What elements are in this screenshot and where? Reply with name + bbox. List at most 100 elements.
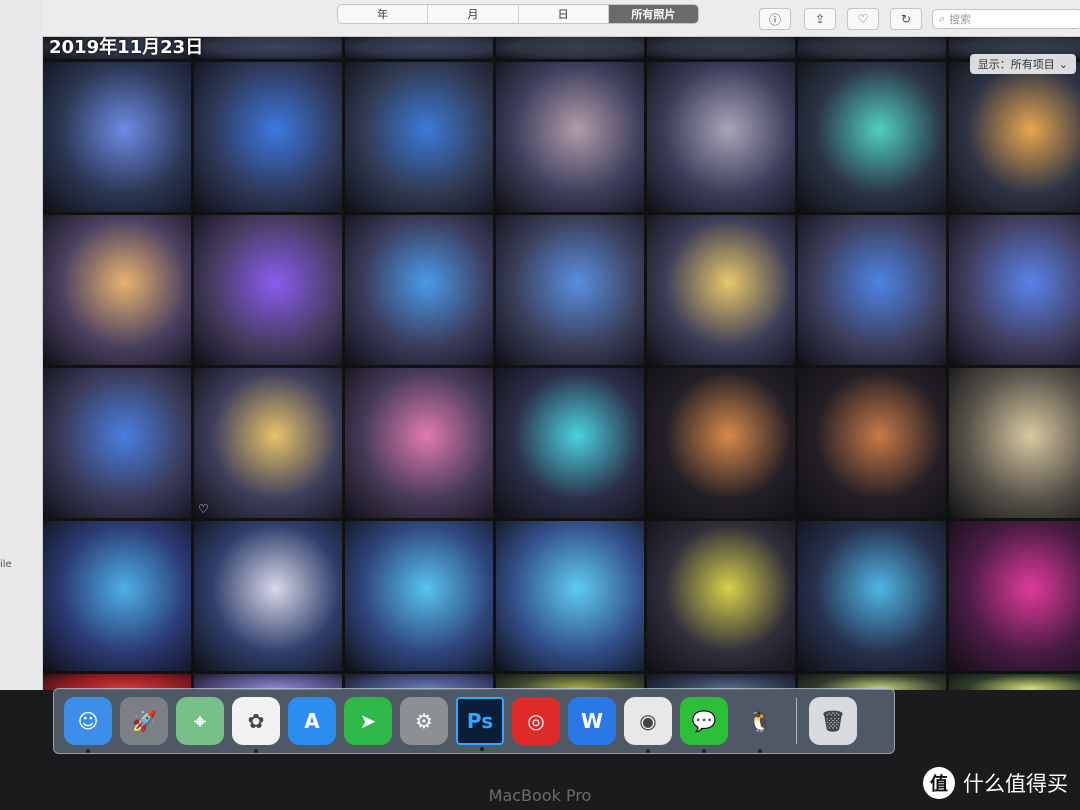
running-indicator [86,749,90,753]
favorite-button[interactable]: ♡ [847,8,879,30]
dock-glyph: 🐧 [747,709,773,733]
dock-separator [796,698,797,744]
trash-icon[interactable]: 🗑 [809,697,857,745]
dock-glyph: 🗑 [820,709,846,733]
tab-1[interactable]: 月 [428,5,519,23]
photo-thumbnail[interactable] [345,37,493,59]
photo-thumbnail[interactable] [798,215,946,365]
photo-thumbnail[interactable] [194,62,342,212]
photo-thumbnail[interactable] [43,215,191,365]
photo-thumbnail[interactable] [43,521,191,671]
photo-thumbnail[interactable] [647,37,795,59]
photo-thumbnail[interactable] [194,37,342,59]
running-indicator [646,749,650,753]
photo-thumbnail[interactable] [345,62,493,212]
dock-glyph: 🚀 [131,709,157,733]
photo-thumbnail[interactable] [949,62,1080,212]
dock-glyph: 💬 [691,709,717,733]
rotate-button[interactable]: ↻ [890,8,922,30]
tab-3[interactable]: 所有照片 [608,5,698,23]
device-brand-label: MacBook Pro [488,786,592,805]
photo-thumbnail[interactable] [647,62,795,212]
photo-thumbnail[interactable] [345,521,493,671]
heart-icon: ♡ [857,12,869,26]
running-indicator [758,749,762,753]
date-header: 2019年11月23日 [49,37,204,58]
photo-thumbnail[interactable] [798,368,946,518]
dock-glyph: W [580,709,604,733]
dock-glyph: ➤ [359,709,377,733]
view-segmented-control: 年月日所有照片 [337,4,699,24]
dock: ☺ 🚀 ⌖ ✿ A ➤ ⚙ Ps ◎ W ◉ 💬 🐧 🗑 [53,688,895,754]
chrome-icon[interactable]: ◉ [624,697,672,753]
app-store-icon[interactable]: A [288,697,336,745]
tab-2[interactable]: 日 [519,5,609,23]
show-filter-dropdown[interactable]: 显示：所有项目 ⌄ [969,54,1076,74]
photo-thumbnail[interactable] [43,368,191,518]
sidebar-item-label[interactable]: ile [0,559,12,570]
photos-icon[interactable]: ✿ [232,697,280,753]
photo-grid: ♡ [43,37,1080,690]
photo-grid-area: 2019年11月23日 显示：所有项目 ⌄ ♡ [43,37,1080,690]
qq-icon[interactable]: 🐧 [736,697,784,753]
system-preferences-icon[interactable]: ⚙ [400,697,448,745]
photo-thumbnail[interactable] [798,62,946,212]
launchpad-icon[interactable]: 🚀 [120,697,168,745]
running-indicator [702,749,706,753]
dock-glyph: A [304,709,320,733]
photo-thumbnail[interactable] [345,215,493,365]
photo-thumbnail[interactable] [194,215,342,365]
photo-thumbnail[interactable] [798,521,946,671]
running-indicator [480,747,484,751]
dock-glyph: Ps [466,709,494,733]
rotate-icon: ↻ [900,12,912,26]
photo-thumbnail[interactable] [647,215,795,365]
search-placeholder: 搜索 [949,13,972,26]
search-icon: ⌕ [939,12,946,25]
maps-icon[interactable]: ⌖ [176,697,224,745]
photo-thumbnail[interactable] [194,521,342,671]
photo-thumbnail[interactable] [949,215,1080,365]
share-icon: ⇪ [814,12,826,26]
toolbar: 年月日所有照片 ⓘ ⇪ ♡ ↻ ⌕ 搜索 [42,0,1080,37]
chevron-down-icon: ⌄ [1058,57,1068,71]
photo-thumbnail[interactable] [647,368,795,518]
watermark-text: 什么值得买 [963,772,1068,796]
photo-thumbnail[interactable] [949,368,1080,518]
tab-0[interactable]: 年 [338,5,429,23]
finder-icon[interactable]: ☺ [64,697,112,753]
show-filter-label: 显示：所有项目 [977,58,1055,71]
dock-glyph: ⚙ [415,709,433,733]
info-button[interactable]: ⓘ [759,8,791,30]
favorite-heart-icon: ♡ [198,502,209,516]
sidebar: ile [0,0,43,690]
dock-glyph: ◎ [527,709,545,733]
photo-thumbnail[interactable] [949,521,1080,671]
photo-thumbnail[interactable] [798,37,946,59]
info-icon: ⓘ [768,12,781,27]
photo-thumbnail[interactable] [496,62,644,212]
photo-thumbnail[interactable] [345,368,493,518]
photo-thumbnail[interactable] [496,521,644,671]
paper-plane-app-icon[interactable]: ➤ [344,697,392,745]
photo-thumbnail[interactable]: ♡ [194,368,342,518]
photo-thumbnail[interactable] [43,62,191,212]
photo-thumbnail[interactable] [949,674,1080,690]
screen: ile 年月日所有照片 ⓘ ⇪ ♡ ↻ ⌕ 搜索 2019年11月23日 显示：… [0,0,1080,690]
netease-music-icon[interactable]: ◎ [512,697,560,745]
photo-thumbnail[interactable] [647,521,795,671]
dock-glyph: ☺ [77,709,99,733]
watermark: 值 什么值得买 [923,767,1068,799]
watermark-logo: 值 [923,767,955,799]
dock-glyph: ✿ [247,709,265,733]
search-input[interactable]: ⌕ 搜索 [932,9,1080,29]
photo-thumbnail[interactable] [496,368,644,518]
dock-glyph: ◉ [639,709,657,733]
photo-thumbnail[interactable] [496,37,644,59]
share-button[interactable]: ⇪ [804,8,836,30]
wps-office-icon[interactable]: W [568,697,616,745]
photo-thumbnail[interactable] [496,215,644,365]
wechat-icon[interactable]: 💬 [680,697,728,753]
photoshop-icon[interactable]: Ps [456,697,504,751]
dock-glyph: ⌖ [194,709,206,733]
